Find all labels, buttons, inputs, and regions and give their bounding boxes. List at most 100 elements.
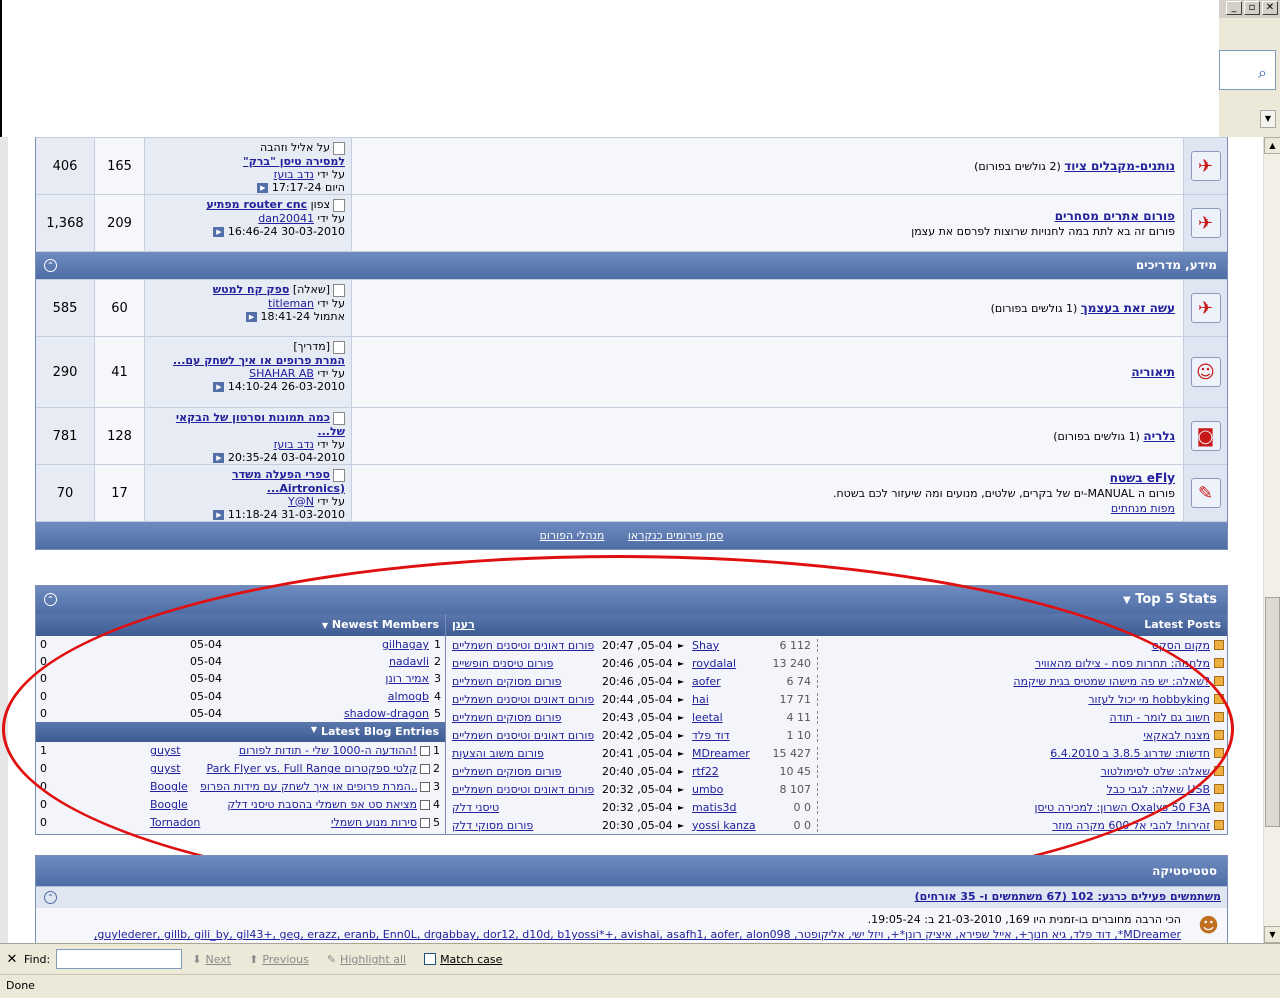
post-title[interactable]: חדשות: שדרוג 3.8.5 ב 6.4.2010 [818, 747, 1210, 760]
post-user[interactable]: matis3d [692, 801, 770, 814]
member-name[interactable]: gilhagay [240, 638, 429, 651]
post-forum[interactable]: פורום מסוקים חשמליים [446, 711, 598, 724]
blog-title[interactable]: המרת פרופים או איך לשחק עם מידות הפרופ..… [200, 780, 417, 793]
close-button[interactable]: ✕ [1262, 1, 1278, 15]
post-forum[interactable]: פורום דאונים וטיסנים חשמליים [446, 639, 598, 652]
maximize-button[interactable]: ▫ [1244, 1, 1260, 15]
chevron-down-icon[interactable]: ▼ [1260, 110, 1276, 128]
blog-author[interactable]: Tornadon [150, 816, 200, 829]
post-forum[interactable]: פורום טיסנים חופשיים [446, 657, 598, 670]
find-previous-button[interactable]: Previous [262, 953, 309, 966]
post-title[interactable]: שאלה: לגבי כבל USB [818, 783, 1210, 796]
last-post-author[interactable]: נדב בועז [274, 438, 314, 451]
post-forum[interactable]: פורום משוב והצעות [446, 747, 598, 760]
right-arrow-icon: ► [678, 748, 685, 758]
collapse-icon[interactable]: ⌃ [44, 891, 57, 904]
vertical-scrollbar[interactable]: ▲ ▼ [1263, 137, 1280, 943]
last-post-title[interactable]: למסירה טיסן "ברק" [243, 155, 345, 168]
blog-title[interactable]: סירות מנוע חשמלי [200, 816, 417, 829]
post-user[interactable]: Shay [692, 639, 770, 652]
blog-title[interactable]: מציאת סט אפ חשמלי בהסבת טיסני דלק [200, 798, 417, 811]
post-title[interactable]: מי יכול לעזור hobbyking [818, 693, 1210, 706]
member-name[interactable]: almogb [240, 690, 429, 703]
go-to-post-icon[interactable]: ▶ [246, 311, 258, 322]
post-forum[interactable]: פורום דאונים וטיסנים חשמליים [446, 783, 598, 796]
go-to-post-icon[interactable]: ▶ [213, 509, 225, 520]
post-user[interactable]: aofer [692, 675, 770, 688]
post-forum[interactable]: פורום מסוקים חשמליים [446, 675, 598, 688]
forum-title-link[interactable]: נותנים-מקבלים ציוד [1064, 159, 1175, 173]
last-post-title[interactable]: כמה תמונות וסרטון של הבקאי של... [176, 411, 345, 438]
member-name[interactable]: אמיר רונן [240, 672, 429, 685]
forum-leaders-link[interactable]: מנהלי הפורום [540, 529, 605, 542]
post-user[interactable]: rtf22 [692, 765, 770, 778]
category-title[interactable]: מידע, מדריכים [1136, 258, 1217, 272]
blog-title[interactable]: Park Flyer vs. Full Range קלטי ספקטרום [200, 762, 417, 775]
post-title[interactable]: השרון: למכירה טיסן Oxalys 50 F3A [818, 801, 1210, 814]
post-user[interactable]: hai [692, 693, 770, 706]
post-forum[interactable]: פורום מסוקים חשמליים [446, 765, 598, 778]
refresh-link[interactable]: רענן [452, 618, 475, 632]
go-to-post-icon[interactable]: ▶ [257, 182, 269, 193]
member-name[interactable]: nadavli [240, 655, 429, 668]
last-post-author[interactable]: titleman [268, 297, 314, 310]
post-forum[interactable]: פורום דאונים וטיסנים חשמליים [446, 729, 598, 742]
close-find-icon[interactable]: ✕ [0, 952, 24, 967]
last-post-author[interactable]: נדב בועז [274, 168, 314, 181]
blog-author[interactable]: Boogle [150, 798, 200, 811]
post-title[interactable]: מלחמה: תחרות פסח - צילום מהאוויר [818, 657, 1210, 670]
match-case-label[interactable]: Match case [440, 953, 502, 966]
forum-title-link[interactable]: גלריה [1143, 429, 1175, 443]
collapse-icon[interactable]: ⌃ [44, 259, 57, 272]
last-post-title[interactable]: ספק קח למטש [213, 283, 290, 296]
post-user[interactable]: leetal [692, 711, 770, 724]
mark-forums-read-link[interactable]: סמן פורומים כנקראו [628, 529, 724, 542]
post-user[interactable]: yossi kanza [692, 819, 770, 832]
forum-title-link[interactable]: פורום אתרים מסחרים [1055, 209, 1175, 223]
match-case-checkbox[interactable] [424, 953, 437, 965]
forum-title-link[interactable]: תיאוריה [1131, 365, 1175, 379]
last-post-author[interactable]: Y@N [288, 495, 314, 508]
member-name[interactable]: shadow-dragon [240, 707, 429, 720]
scroll-down-icon[interactable]: ▼ [1264, 926, 1280, 943]
post-user[interactable]: roydalal [692, 657, 770, 670]
go-to-post-icon[interactable]: ▶ [213, 452, 225, 463]
post-title[interactable]: חשוב גם לומר - תודה [818, 711, 1210, 724]
post-user[interactable]: MDreamer [692, 747, 770, 760]
last-post-title[interactable]: ספרי הפעלה משדר (Airtronics... [232, 468, 345, 495]
highlight-all-button[interactable]: Highlight all [340, 953, 406, 966]
post-user[interactable]: umbo [692, 783, 770, 796]
last-post-author[interactable]: SHAHAR AB [249, 367, 314, 380]
post-user[interactable]: דוד פלד [692, 729, 770, 742]
last-post-title[interactable]: המרת פרופים או איך לשחק עם... [173, 354, 345, 367]
subforum-link[interactable]: מפות מנחתים [1111, 502, 1175, 515]
minimize-button[interactable]: _ [1226, 1, 1242, 15]
post-title[interactable]: שאלה: יש פה מישהו שמטיס בגית שיקמה? [818, 675, 1210, 688]
collapse-icon[interactable]: ⌃ [44, 593, 57, 606]
forum-title-link[interactable]: עשה זאת בעצמך [1081, 301, 1175, 315]
post-title[interactable]: מקום הסקס [818, 639, 1210, 652]
blog-author[interactable]: Boogle [150, 780, 200, 793]
blog-author[interactable]: guyst [150, 744, 200, 757]
forum-title-link[interactable]: eFly בשטח [1110, 471, 1175, 485]
scroll-up-icon[interactable]: ▲ [1264, 137, 1280, 154]
post-forum[interactable]: טיסני דלק [446, 801, 598, 814]
last-post-title[interactable]: router cnc מפתיע [206, 198, 307, 211]
scroll-thumb[interactable] [1265, 597, 1280, 827]
go-to-post-icon[interactable]: ▶ [213, 226, 225, 237]
search-box[interactable]: ⌕ [1219, 50, 1276, 90]
post-title[interactable]: זהירות! להבי אל 600 מקרה מוזר [818, 819, 1210, 832]
post-forum[interactable]: פורום מסוקי דלק [446, 819, 598, 832]
post-forum[interactable]: פורום דאונים וטיסנים חשמליים [446, 693, 598, 706]
post-title[interactable]: שאלה: שלט לסימולטור [818, 765, 1210, 778]
find-input[interactable] [56, 949, 183, 969]
online-users-list[interactable]: MDreamer*, דוד פלד, גיא חנוך+, אייל שפיר… [42, 927, 1181, 942]
last-post-author[interactable]: dan20041 [258, 212, 314, 225]
blog-author[interactable]: guyst [150, 762, 200, 775]
blog-title[interactable]: ההודעה ה-1000 שלי - תודות לפורום! [200, 744, 417, 757]
search-icon[interactable]: ⌕ [1258, 63, 1267, 83]
go-to-post-icon[interactable]: ▶ [213, 381, 225, 392]
find-next-button[interactable]: Next [205, 953, 231, 966]
active-users-link[interactable]: משתמשים פעילים כרגע: 102 (67 משתמשים ו- … [915, 890, 1221, 903]
post-title[interactable]: מצנח לבאקאי [818, 729, 1210, 742]
